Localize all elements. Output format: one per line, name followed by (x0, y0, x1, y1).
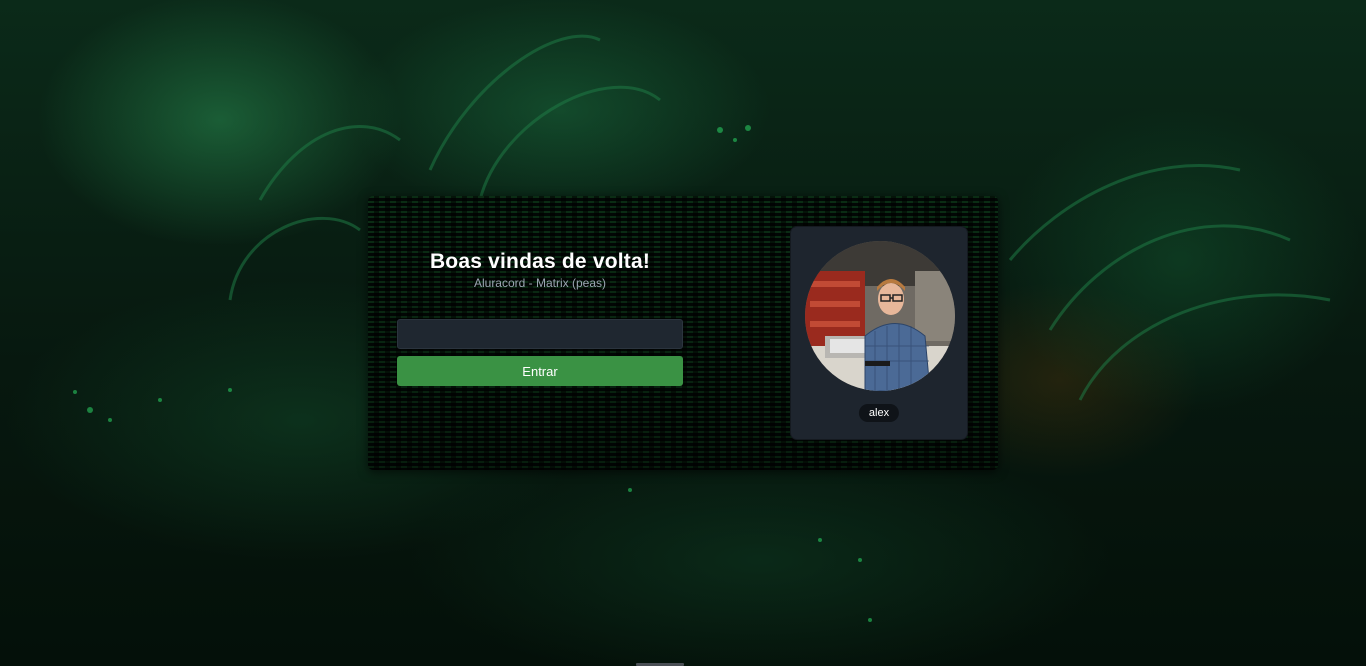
app-subtitle: Aluracord - Matrix (peas) (473, 276, 607, 290)
login-card: Boas vindas de volta! Aluracord - Matrix… (368, 196, 998, 470)
enter-button[interactable]: Entrar (397, 356, 683, 386)
username-input[interactable] (397, 319, 683, 349)
welcome-title: Boas vindas de volta! (429, 250, 651, 273)
profile-panel: alex (790, 226, 968, 440)
avatar (805, 241, 955, 391)
avatar-photo (805, 241, 955, 391)
login-form: Boas vindas de volta! Aluracord - Matrix… (397, 196, 683, 470)
username-badge: alex (858, 404, 900, 422)
